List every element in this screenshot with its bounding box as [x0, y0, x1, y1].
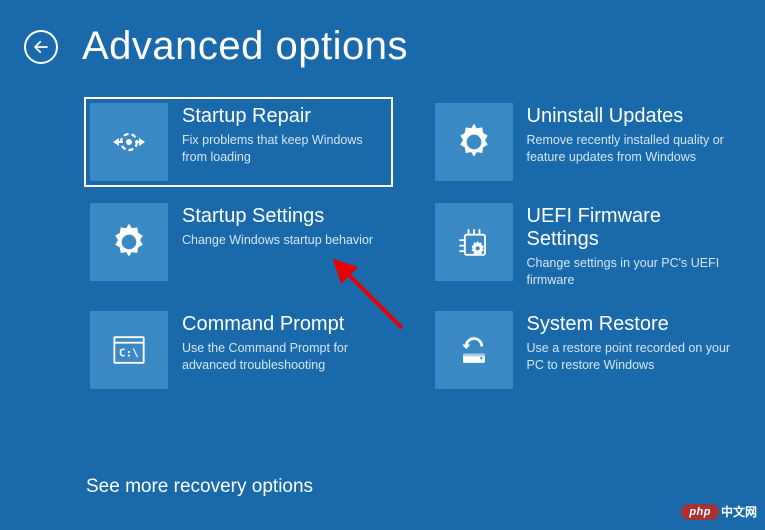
page-title: Advanced options — [82, 24, 408, 69]
option-startup-repair[interactable]: Startup Repair Fix problems that keep Wi… — [86, 99, 391, 185]
options-grid: Startup Repair Fix problems that keep Wi… — [0, 69, 765, 393]
tile-title: Uninstall Updates — [527, 105, 732, 128]
tile-desc: Use the Command Prompt for advanced trou… — [182, 340, 387, 374]
tile-desc: Remove recently installed quality or fea… — [527, 132, 732, 166]
startup-repair-icon — [90, 103, 168, 181]
tile-text: System Restore Use a restore point recor… — [527, 311, 732, 374]
chip-gear-icon — [435, 203, 513, 281]
tile-title: Startup Settings — [182, 205, 387, 228]
tile-desc: Fix problems that keep Windows from load… — [182, 132, 387, 166]
gear-icon — [90, 203, 168, 281]
tile-text: Startup Settings Change Windows startup … — [182, 203, 387, 249]
tile-desc: Change settings in your PC's UEFI firmwa… — [527, 255, 732, 289]
option-uefi-firmware[interactable]: UEFI Firmware Settings Change settings i… — [431, 199, 736, 293]
tile-title: UEFI Firmware Settings — [527, 205, 732, 251]
see-more-link[interactable]: See more recovery options — [86, 476, 313, 498]
terminal-icon: C:\ — [90, 311, 168, 389]
option-uninstall-updates[interactable]: Uninstall Updates Remove recently instal… — [431, 99, 736, 185]
tile-text: UEFI Firmware Settings Change settings i… — [527, 203, 732, 289]
tile-desc: Use a restore point recorded on your PC … — [527, 340, 732, 374]
tile-desc: Change Windows startup behavior — [182, 232, 387, 249]
tile-text: Uninstall Updates Remove recently instal… — [527, 103, 732, 166]
header: Advanced options — [0, 0, 765, 69]
watermark-text: 中文网 — [721, 503, 757, 520]
tile-title: System Restore — [527, 313, 732, 336]
watermark: php 中文网 — [681, 503, 757, 520]
option-system-restore[interactable]: System Restore Use a restore point recor… — [431, 307, 736, 393]
arrow-left-icon — [32, 38, 50, 56]
tile-text: Startup Repair Fix problems that keep Wi… — [182, 103, 387, 166]
gear-icon — [435, 103, 513, 181]
back-button[interactable] — [24, 30, 58, 64]
svg-text:C:\: C:\ — [119, 346, 139, 359]
annotation-arrow-icon — [332, 258, 412, 338]
watermark-pill: php — [681, 504, 719, 520]
restore-icon — [435, 311, 513, 389]
tile-title: Startup Repair — [182, 105, 387, 128]
